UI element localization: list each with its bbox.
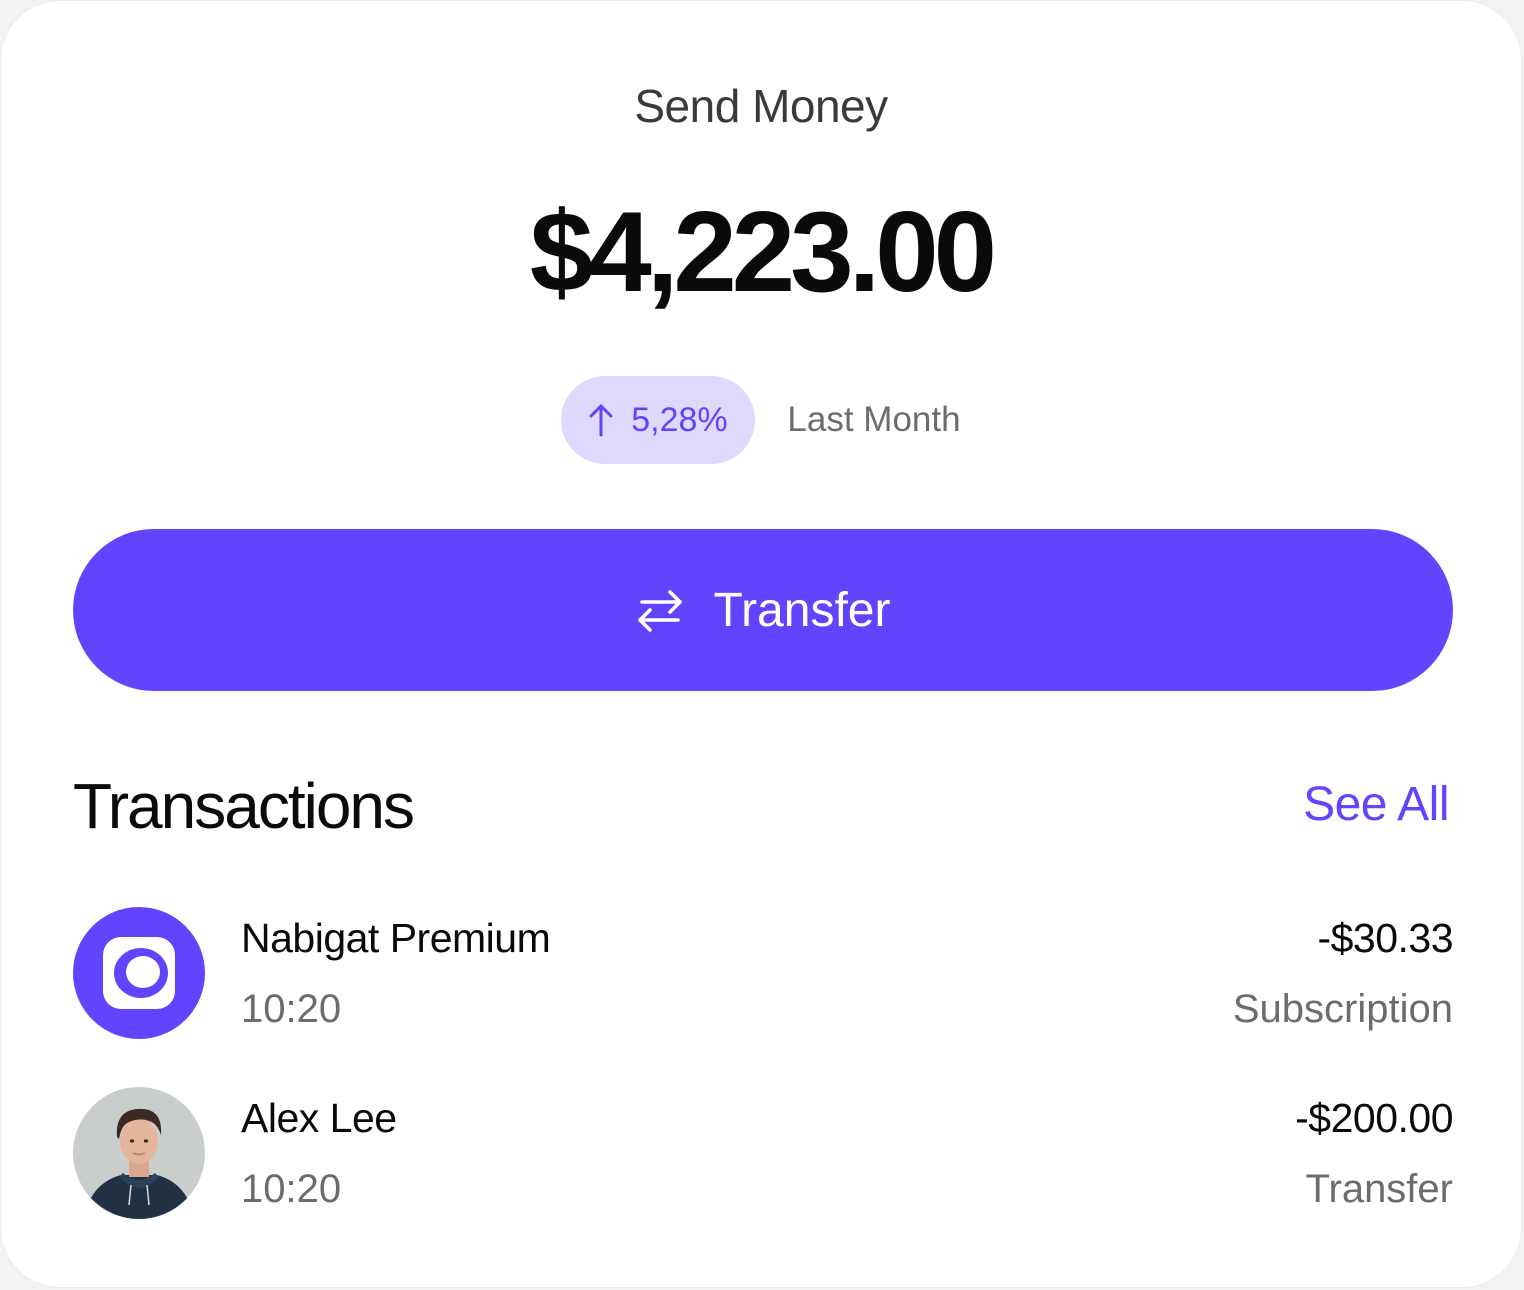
transaction-category: Subscription (1232, 987, 1453, 1031)
change-badge: 5,28% (561, 376, 756, 464)
nabigat-logo-icon (73, 907, 205, 1039)
see-all-link[interactable]: See All (1303, 777, 1449, 832)
balance-amount: $4,223.00 (529, 189, 997, 316)
transfer-button[interactable]: Transfer (73, 529, 1453, 691)
arrow-up-icon (589, 404, 613, 437)
transaction-amount: -$200.00 (1295, 1095, 1453, 1141)
transaction-row[interactable]: Alex Lee 10:20 -$200.00 Transfer (73, 1087, 1453, 1219)
transfer-button-label: Transfer (713, 583, 891, 637)
transaction-row[interactable]: Nabigat Premium 10:20 -$30.33 Subscripti… (73, 907, 1453, 1039)
change-period: Last Month (787, 400, 961, 439)
change-value: 5,28% (631, 400, 728, 439)
alex-lee-avatar (73, 1087, 205, 1219)
transaction-time: 10:20 (241, 1167, 342, 1211)
swap-arrows-icon (637, 590, 682, 632)
transaction-amount: -$30.33 (1317, 915, 1453, 961)
transaction-name: Nabigat Premium (241, 915, 551, 961)
transaction-time: 10:20 (241, 987, 342, 1031)
send-money-card: Send Money $4,223.00 5,28% Last Month Tr… (0, 0, 1522, 1288)
transaction-name: Alex Lee (241, 1095, 397, 1141)
transactions-heading: Transactions (73, 770, 415, 842)
page-title: Send Money (634, 80, 888, 132)
transaction-category: Transfer (1305, 1167, 1453, 1211)
change-row: 5,28% Last Month (1, 376, 1521, 464)
